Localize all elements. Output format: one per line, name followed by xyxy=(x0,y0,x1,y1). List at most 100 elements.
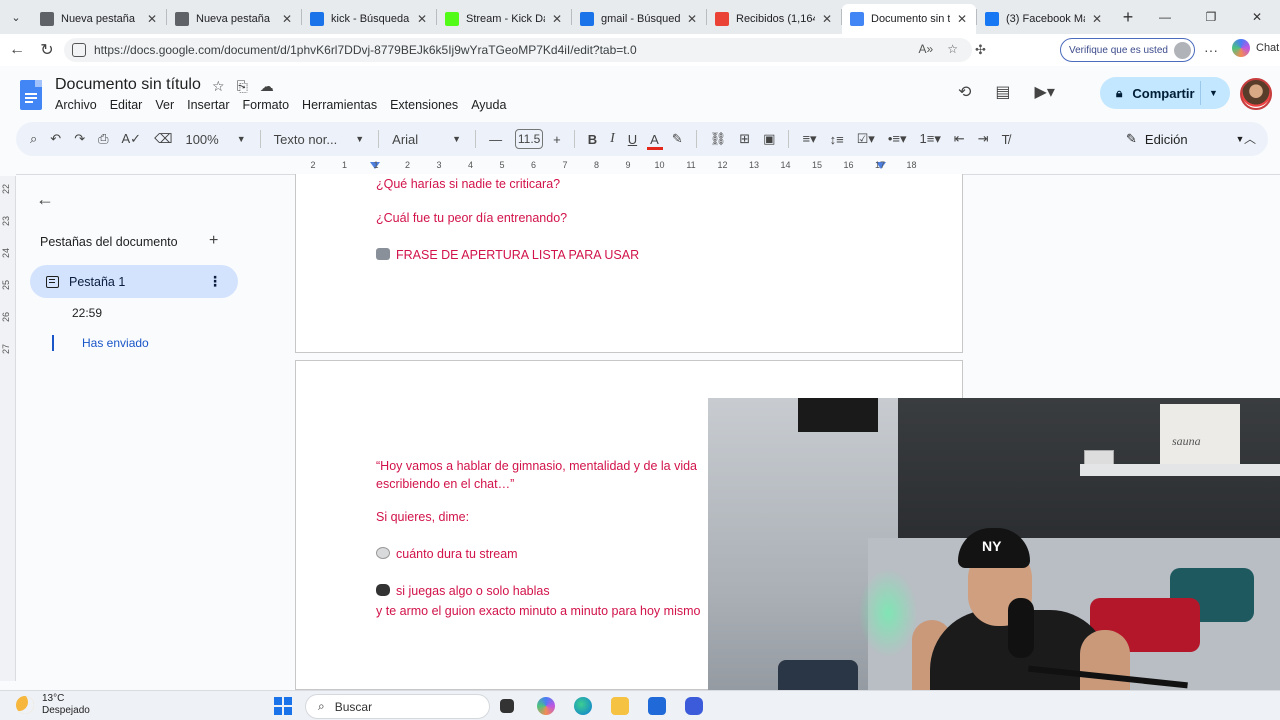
increase-indent-icon[interactable]: ⇥ xyxy=(978,131,989,147)
bold-icon[interactable]: B xyxy=(588,132,597,147)
close-tab-icon[interactable]: ✕ xyxy=(549,12,565,26)
meet-video-icon[interactable]: ▶▾ xyxy=(1035,82,1055,102)
task-view-icon[interactable] xyxy=(500,699,514,713)
undo-icon[interactable]: ↶ xyxy=(50,131,61,147)
read-aloud-icon[interactable]: A» xyxy=(919,42,934,56)
close-tab-icon[interactable]: ✕ xyxy=(819,12,835,26)
outline-heading[interactable]: 22:59 xyxy=(72,306,102,320)
search-menus-icon[interactable]: ⌕ xyxy=(30,131,37,147)
editing-mode-select[interactable]: ✎ Edición ▼ xyxy=(1126,131,1244,147)
favorite-star-icon[interactable]: ☆ xyxy=(947,42,958,56)
menu-item[interactable]: Editar xyxy=(110,98,143,112)
add-comment-icon[interactable]: ⊞ xyxy=(739,131,750,147)
taskbar-search[interactable]: ⌕ Buscar xyxy=(305,694,490,719)
redo-icon[interactable]: ↷ xyxy=(74,131,85,147)
align-icon[interactable]: ≡▾ xyxy=(802,131,816,147)
font-select[interactable]: Arial ▼ xyxy=(392,132,461,147)
move-folder-icon[interactable]: ⎘ xyxy=(237,78,248,95)
reload-icon[interactable]: ↻ xyxy=(32,40,62,60)
ruler-tick-label: 4 xyxy=(467,160,474,170)
zoom-select[interactable]: 100% ▼ xyxy=(185,132,245,147)
back-icon[interactable]: ← xyxy=(2,41,32,59)
menu-item[interactable]: Herramientas xyxy=(302,98,377,112)
decrease-font-size-icon[interactable]: — xyxy=(489,132,502,147)
numbered-list-icon[interactable]: 1≡▾ xyxy=(920,131,941,147)
windows-start-icon[interactable] xyxy=(274,697,292,715)
decrease-indent-icon[interactable]: ⇤ xyxy=(954,131,965,147)
browser-tab[interactable]: Nueva pestaña ✕ xyxy=(32,4,166,34)
horizontal-ruler[interactable]: 2 1 1 2 3 4 5 6 7 8 9 10 11 12 13 14 15 16 17 18 xyxy=(296,158,962,174)
copilot-chat-button[interactable]: Chat xyxy=(1232,39,1279,57)
account-avatar[interactable] xyxy=(1240,78,1272,110)
font-size-input[interactable]: 11.5 xyxy=(515,129,544,149)
close-window-icon[interactable]: ✕ xyxy=(1234,0,1280,34)
collapse-menus-icon[interactable]: ︿ xyxy=(1244,130,1256,147)
browser-tab[interactable]: kick - Búsqueda ✕ xyxy=(302,4,436,34)
more-options-icon[interactable]: ··· xyxy=(1204,42,1218,58)
close-tab-icon[interactable]: ✕ xyxy=(144,12,160,26)
tab-options-icon[interactable]: ⋮ xyxy=(208,273,222,290)
menu-item[interactable]: Ayuda xyxy=(471,98,506,112)
verify-identity-button[interactable]: Verifique que es usted xyxy=(1060,38,1195,62)
insert-link-icon[interactable]: ⛓ xyxy=(710,131,727,147)
share-dropdown-icon[interactable]: ▼ xyxy=(1209,88,1218,98)
checklist-icon[interactable]: ☑▾ xyxy=(857,131,875,147)
site-info-icon[interactable] xyxy=(72,43,86,57)
share-button[interactable]: 🔒︎ Compartir ▼ xyxy=(1100,77,1230,109)
style-select[interactable]: Texto nor... ▼ xyxy=(274,132,365,147)
italic-icon[interactable]: I xyxy=(610,131,615,147)
close-tab-icon[interactable]: ✕ xyxy=(279,12,295,26)
docs-logo-icon[interactable] xyxy=(20,80,42,110)
clear-formatting-icon[interactable]: T̸ xyxy=(1002,132,1010,147)
document-page[interactable]: ¿Qué harías si nadie te criticara? ¿Cuál… xyxy=(295,174,963,353)
close-tab-icon[interactable]: ✕ xyxy=(954,12,970,26)
app-icon[interactable] xyxy=(685,697,703,715)
file-explorer-icon[interactable] xyxy=(611,697,629,715)
extensions-icon[interactable]: ✣ xyxy=(975,42,986,58)
bulleted-list-icon[interactable]: •≡▾ xyxy=(888,131,907,147)
browser-tab[interactable]: (3) Facebook Marke ✕ xyxy=(977,4,1111,34)
close-tab-icon[interactable]: ✕ xyxy=(414,12,430,26)
menu-item[interactable]: Insertar xyxy=(187,98,229,112)
star-icon[interactable]: ☆ xyxy=(212,78,225,95)
close-tab-icon[interactable]: ✕ xyxy=(1089,12,1105,26)
menu-item[interactable]: Ver xyxy=(155,98,174,112)
menu-item[interactable]: Formato xyxy=(243,98,290,112)
add-tab-icon[interactable]: + xyxy=(209,232,218,250)
print-icon[interactable]: ⎙ xyxy=(98,131,108,147)
close-tab-icon[interactable]: ✕ xyxy=(684,12,700,26)
temperature: 13°C xyxy=(42,693,65,704)
back-arrow-icon[interactable]: ← xyxy=(36,189,54,210)
document-title[interactable]: Documento sin título xyxy=(55,76,201,94)
menu-item[interactable]: Extensiones xyxy=(390,98,458,112)
browser-tab[interactable]: Documento sin títu ✕ xyxy=(842,4,976,34)
browser-tab[interactable]: Recibidos (1,164) - ✕ xyxy=(707,4,841,34)
insert-image-icon[interactable]: ▣ xyxy=(763,131,775,147)
weather-widget[interactable]: 13°C Despejado xyxy=(16,693,90,717)
outline-heading[interactable]: Has enviado xyxy=(82,336,149,350)
increase-font-size-icon[interactable]: + xyxy=(553,132,561,147)
cloud-saved-icon[interactable]: ☁ xyxy=(260,78,274,95)
line-spacing-icon[interactable]: ↕≡ xyxy=(830,132,844,147)
new-tab-button[interactable]: + xyxy=(1111,7,1145,28)
edge-browser-icon[interactable] xyxy=(574,697,592,715)
underline-icon[interactable]: U xyxy=(628,132,637,147)
browser-tab[interactable]: gmail - Búsqueda ✕ xyxy=(572,4,706,34)
version-history-icon[interactable]: ⟲ xyxy=(958,82,971,102)
restore-icon[interactable]: ❐ xyxy=(1188,0,1234,34)
highlight-icon[interactable]: ✎ xyxy=(672,131,683,147)
minimize-icon[interactable]: — xyxy=(1142,0,1188,34)
vertical-ruler[interactable]: 22 23 24 25 26 27 xyxy=(0,176,16,681)
text-color-icon[interactable]: A xyxy=(647,132,663,150)
paint-format-icon[interactable]: ⌫ xyxy=(154,131,172,147)
browser-tab[interactable]: Nueva pestaña ✕ xyxy=(167,4,301,34)
browser-tab[interactable]: Stream - Kick Dashb ✕ xyxy=(437,4,571,34)
tab-actions-menu-button[interactable]: ⌄ xyxy=(0,0,32,34)
copilot-taskbar-icon[interactable] xyxy=(537,697,555,715)
url-field[interactable]: https://docs.google.com/document/d/1phvK… xyxy=(64,38,972,62)
sidebar-tab-item[interactable]: Pestaña 1 ⋮ xyxy=(30,265,238,298)
menu-item[interactable]: Archivo xyxy=(55,98,97,112)
comments-icon[interactable]: ▤ xyxy=(995,82,1010,102)
spellcheck-icon[interactable]: A✓ xyxy=(122,131,142,147)
store-icon[interactable] xyxy=(648,697,666,715)
